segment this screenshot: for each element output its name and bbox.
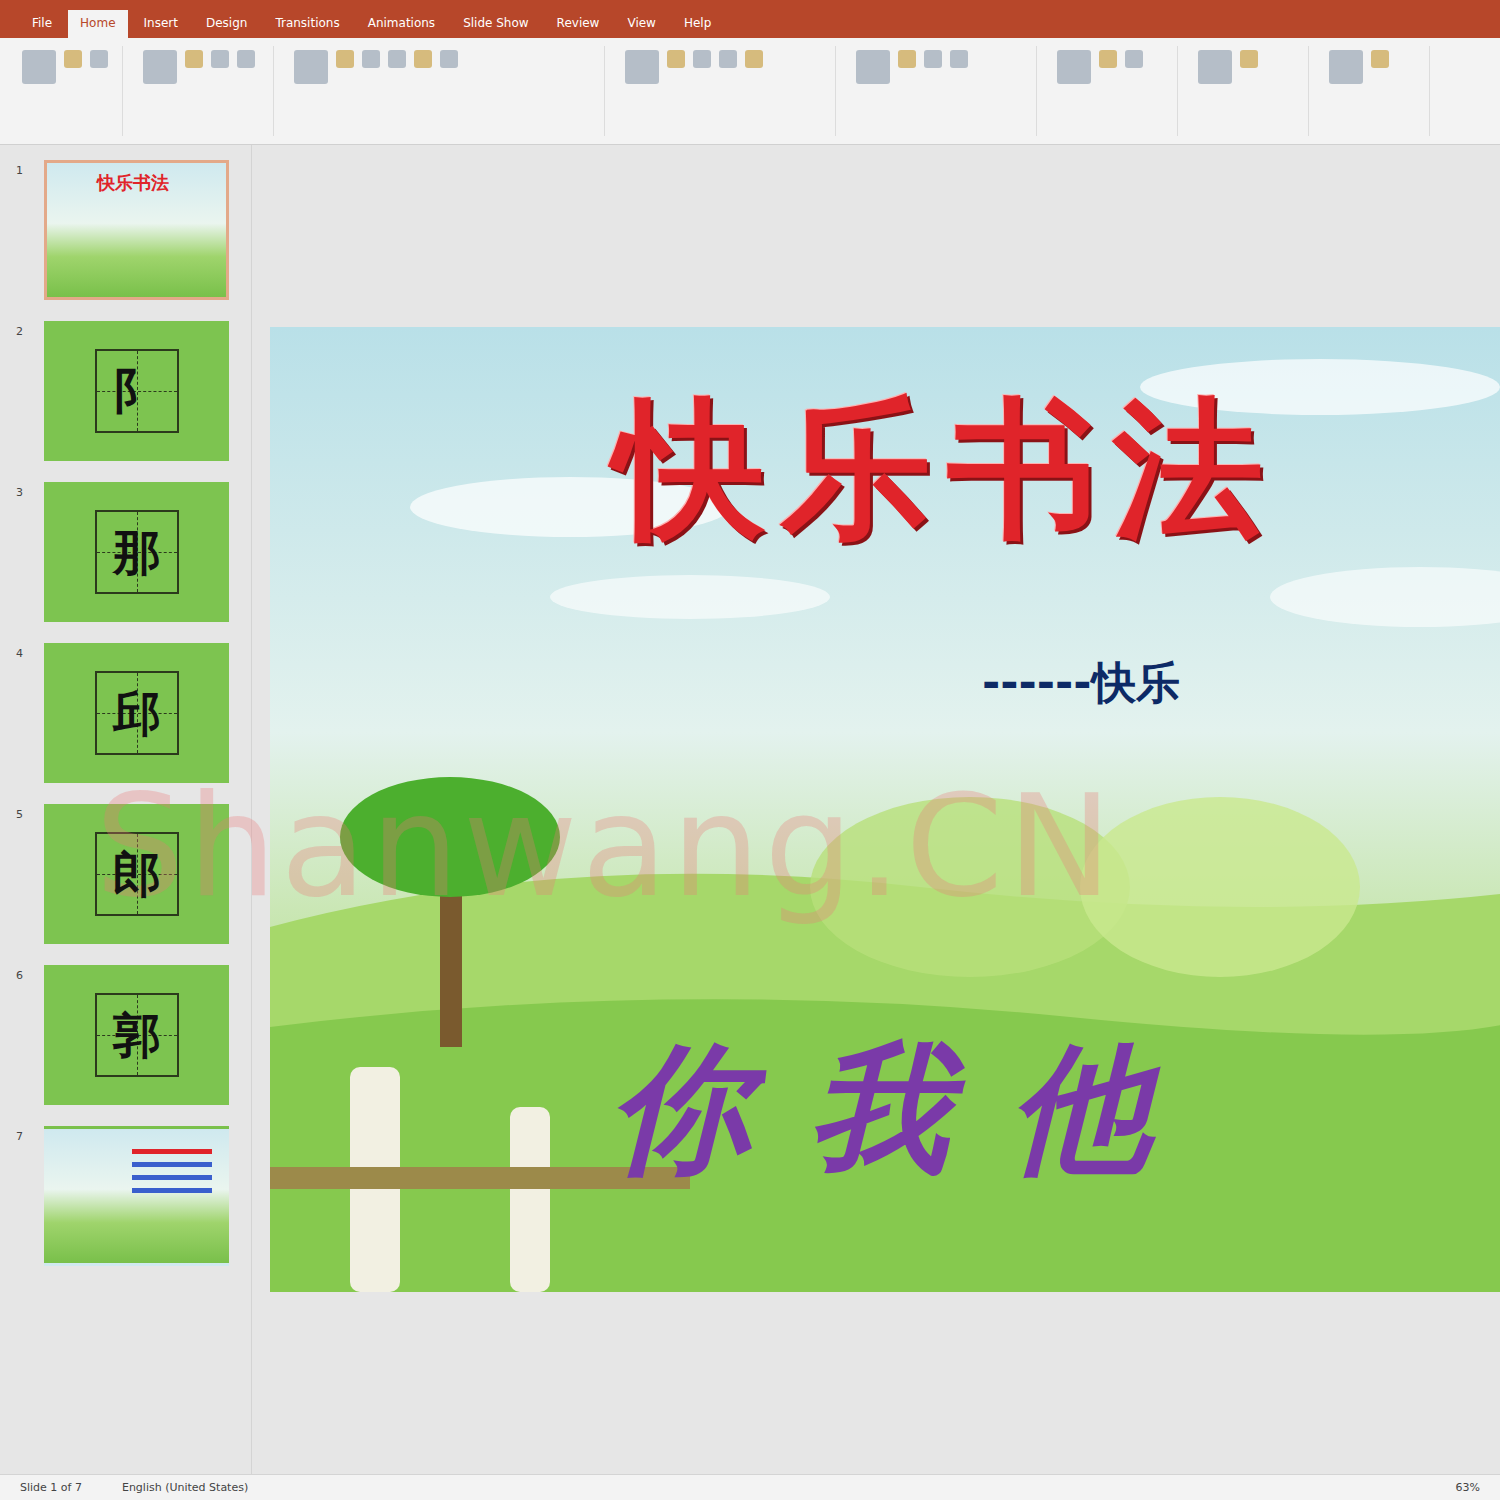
thumb-lines bbox=[132, 1149, 212, 1193]
ribbon-tab[interactable]: Insert bbox=[132, 10, 190, 38]
tool-icon[interactable] bbox=[1198, 50, 1232, 84]
slide-thumbnail[interactable]: 邱 bbox=[44, 643, 229, 783]
tool-icon[interactable] bbox=[362, 50, 380, 68]
ribbon-tab[interactable]: File bbox=[20, 10, 64, 38]
tool-icon[interactable] bbox=[745, 50, 763, 68]
thumbnail-row[interactable]: 7 bbox=[0, 1126, 251, 1266]
slide-thumbnail[interactable]: 郭 bbox=[44, 965, 229, 1105]
slide-count: Slide 1 of 7 bbox=[20, 1481, 82, 1494]
slide-number: 2 bbox=[16, 321, 32, 338]
ribbon-tabs: FileHomeInsertDesignTransitionsAnimation… bbox=[0, 0, 1500, 38]
slide-thumbnails: 1快乐书法2阝3那4邱5郎6郭7 bbox=[0, 145, 252, 1474]
slide-footer-text[interactable]: 你我他 bbox=[610, 1032, 1210, 1186]
tool-icon[interactable] bbox=[1371, 50, 1389, 68]
tool-icon[interactable] bbox=[294, 50, 328, 84]
thumbnail-row[interactable]: 5郎 bbox=[0, 804, 251, 944]
ribbon-tab[interactable]: Transitions bbox=[263, 10, 351, 38]
character-grid: 邱 bbox=[95, 671, 179, 755]
tool-icon[interactable] bbox=[719, 50, 737, 68]
tool-icon[interactable] bbox=[950, 50, 968, 68]
tool-icon[interactable] bbox=[211, 50, 229, 68]
slide-thumbnail[interactable] bbox=[44, 1126, 229, 1266]
ribbon-tab[interactable]: Slide Show bbox=[451, 10, 540, 38]
language[interactable]: English (United States) bbox=[122, 1481, 248, 1494]
tool-icon[interactable] bbox=[898, 50, 916, 68]
tool-icon[interactable] bbox=[1057, 50, 1091, 84]
slide-number: 1 bbox=[16, 160, 32, 177]
tool-icon[interactable] bbox=[388, 50, 406, 68]
character-grid: 郎 bbox=[95, 832, 179, 916]
tool-icon[interactable] bbox=[22, 50, 56, 84]
slide-canvas[interactable]: 快乐书法 ------快乐你我他 bbox=[270, 327, 1500, 1292]
ribbon-group bbox=[133, 46, 274, 136]
tool-icon[interactable] bbox=[1329, 50, 1363, 84]
tool-icon[interactable] bbox=[414, 50, 432, 68]
slide-title[interactable]: 快乐书法 bbox=[615, 387, 1279, 552]
character-grid: 阝 bbox=[95, 349, 179, 433]
thumbnail-row[interactable]: 2阝 bbox=[0, 321, 251, 461]
tool-icon[interactable] bbox=[185, 50, 203, 68]
tool-icon[interactable] bbox=[924, 50, 942, 68]
slide-number: 5 bbox=[16, 804, 32, 821]
slide-number: 7 bbox=[16, 1126, 32, 1143]
ribbon-group bbox=[615, 46, 836, 136]
slide-thumbnail[interactable]: 郎 bbox=[44, 804, 229, 944]
character-grid: 那 bbox=[95, 510, 179, 594]
slide-thumbnail[interactable]: 快乐书法 bbox=[44, 160, 229, 300]
slide-subtitle[interactable]: ------快乐 bbox=[982, 657, 1180, 710]
tool-icon[interactable] bbox=[1240, 50, 1258, 68]
tool-icon[interactable] bbox=[693, 50, 711, 68]
ribbon-group bbox=[846, 46, 1037, 136]
status-bar: Slide 1 of 7 English (United States) 63% bbox=[0, 1474, 1500, 1500]
ribbon-group bbox=[1188, 46, 1309, 136]
ribbon-group bbox=[1047, 46, 1178, 136]
tool-icon[interactable] bbox=[64, 50, 82, 68]
ribbon-group bbox=[1319, 46, 1430, 136]
slide-editor: 快乐书法 ------快乐你我他 bbox=[252, 145, 1500, 1474]
watermark: Shanwang.CN bbox=[95, 770, 1116, 924]
thumbnail-row[interactable]: 6郭 bbox=[0, 965, 251, 1105]
slide-number: 6 bbox=[16, 965, 32, 982]
tool-icon[interactable] bbox=[856, 50, 890, 84]
ribbon-group bbox=[12, 46, 123, 136]
tool-icon[interactable] bbox=[625, 50, 659, 84]
tool-icon[interactable] bbox=[143, 50, 177, 84]
ribbon-tab[interactable]: Review bbox=[545, 10, 612, 38]
slide-thumbnail[interactable]: 阝 bbox=[44, 321, 229, 461]
tool-icon[interactable] bbox=[1125, 50, 1143, 68]
tool-icon[interactable] bbox=[336, 50, 354, 68]
ribbon-group bbox=[284, 46, 605, 136]
thumbnail-row[interactable]: 3那 bbox=[0, 482, 251, 622]
tool-icon[interactable] bbox=[667, 50, 685, 68]
ribbon-tab[interactable]: Design bbox=[194, 10, 259, 38]
slide-number: 4 bbox=[16, 643, 32, 660]
ribbon bbox=[0, 38, 1500, 145]
thumbnail-row[interactable]: 1 快乐书法 bbox=[0, 160, 251, 300]
zoom-level[interactable]: 63% bbox=[1456, 1481, 1480, 1494]
tool-icon[interactable] bbox=[440, 50, 458, 68]
tool-icon[interactable] bbox=[237, 50, 255, 68]
ribbon-tab[interactable]: Home bbox=[68, 10, 127, 38]
character-grid: 郭 bbox=[95, 993, 179, 1077]
tool-icon[interactable] bbox=[1099, 50, 1117, 68]
thumbnail-row[interactable]: 4邱 bbox=[0, 643, 251, 783]
tool-icon[interactable] bbox=[90, 50, 108, 68]
ribbon-tab[interactable]: Help bbox=[672, 10, 723, 38]
ribbon-tab[interactable]: View bbox=[615, 10, 667, 38]
slide-thumbnail[interactable]: 那 bbox=[44, 482, 229, 622]
powerpoint-window: FileHomeInsertDesignTransitionsAnimation… bbox=[0, 0, 1500, 1500]
thumb-title: 快乐书法 bbox=[97, 171, 169, 195]
slide-number: 3 bbox=[16, 482, 32, 499]
ribbon-tab[interactable]: Animations bbox=[356, 10, 447, 38]
